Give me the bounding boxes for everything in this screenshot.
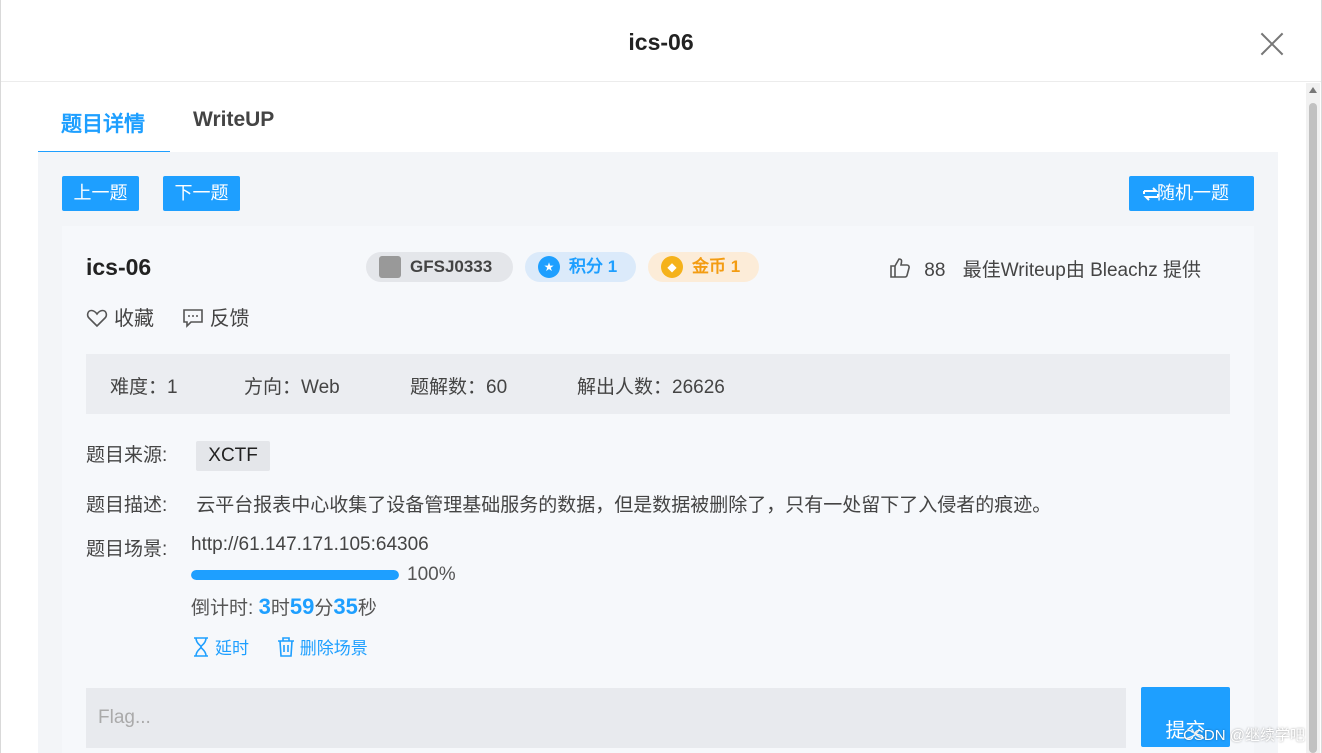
extend-time-button[interactable]: 延时 xyxy=(191,634,249,659)
favorite-button[interactable]: 收藏 xyxy=(86,302,154,331)
extend-time-label: 延时 xyxy=(215,639,249,658)
next-question-button[interactable]: 下一题 xyxy=(163,176,240,211)
description-row: 题目描述: 云平台报表中心收集了设备管理基础服务的数据，但是数据被删除了，只有一… xyxy=(86,490,1051,517)
countdown-label: 倒计时: xyxy=(191,598,259,619)
source-label: 题目来源: xyxy=(86,445,168,466)
source-tag: XCTF xyxy=(196,441,270,471)
coin-text: 金币 1 xyxy=(692,257,741,276)
description-text: 云平台报表中心收集了设备管理基础服务的数据，但是数据被删除了，只有一处留下了入侵… xyxy=(196,495,1052,516)
tab-question-detail[interactable]: 题目详情 xyxy=(61,108,145,138)
minutes-unit: 分 xyxy=(314,598,334,619)
scrollbar-thumb[interactable] xyxy=(1309,103,1317,753)
source-row: 题目来源: XCTF xyxy=(86,440,270,471)
random-question-button[interactable]: 随机一题 xyxy=(1129,176,1254,211)
comment-icon xyxy=(182,309,203,328)
difficulty-stat: 难度：1 xyxy=(110,377,178,398)
challenge-modal: ics-06 题目详情 WriteUP 上一题 下一题 随机一题 ics-06 … xyxy=(0,0,1322,753)
modal-header: ics-06 xyxy=(1,0,1321,82)
question-id-badge: GFSJ0333 xyxy=(366,252,513,282)
tab-bar: 题目详情 WriteUP xyxy=(38,95,1278,154)
countdown-seconds: 35 xyxy=(333,594,358,619)
coin-icon: ◆ xyxy=(661,256,683,278)
scene-progress-bar xyxy=(191,570,399,580)
question-actions: 收藏 反馈 xyxy=(86,302,272,331)
best-writeup-text[interactable]: 最佳Writeup由 Bleachz 提供 xyxy=(963,260,1201,281)
hours-unit: 时 xyxy=(270,598,290,619)
countdown: 倒计时: 3时59分35秒 xyxy=(191,593,377,620)
seconds-unit: 秒 xyxy=(357,598,377,619)
trash-icon xyxy=(277,637,294,657)
close-icon[interactable] xyxy=(1259,31,1285,57)
writeups-stat: 题解数：60 xyxy=(410,377,508,398)
star-icon: ★ xyxy=(538,256,560,278)
likes-area: 88 最佳Writeup由 Bleachz 提供 xyxy=(889,255,1201,282)
stats-bar: 难度：1 方向：Web 题解数：60 解出人数：26626 xyxy=(86,354,1230,414)
description-label: 题目描述: xyxy=(86,495,168,516)
question-id-text: GFSJ0333 xyxy=(410,257,493,276)
direction-stat: 方向：Web xyxy=(244,377,340,398)
heart-icon xyxy=(86,309,108,328)
random-question-label: 随机一题 xyxy=(1157,183,1229,203)
scrollbar[interactable] xyxy=(1306,83,1320,753)
feedback-button[interactable]: 反馈 xyxy=(182,302,250,331)
score-text: 积分 1 xyxy=(569,257,618,276)
scroll-up-arrow-icon[interactable] xyxy=(1309,87,1317,93)
question-id-icon xyxy=(379,256,401,278)
tab-writeup[interactable]: WriteUP xyxy=(193,108,274,132)
countdown-hours: 3 xyxy=(258,594,271,619)
thumbs-up-icon[interactable] xyxy=(889,257,911,279)
delete-scene-button[interactable]: 删除场景 xyxy=(276,634,368,659)
detail-panel: 上一题 下一题 随机一题 ics-06 GFSJ0333 ★ 积分 1 ◆ 金币… xyxy=(38,152,1278,753)
coin-badge: ◆ 金币 1 xyxy=(648,252,759,282)
solvers-stat: 解出人数：26626 xyxy=(577,377,725,398)
scene-row: 题目场景: xyxy=(86,534,191,561)
feedback-label: 反馈 xyxy=(209,308,250,330)
flag-input[interactable] xyxy=(86,688,1126,748)
countdown-minutes: 59 xyxy=(289,594,315,619)
scene-actions: 延时 删除场景 xyxy=(191,634,390,659)
likes-count: 88 xyxy=(924,260,946,281)
shuffle-icon xyxy=(1143,187,1159,201)
hourglass-icon xyxy=(194,637,208,657)
score-badge: ★ 积分 1 xyxy=(525,252,636,282)
prev-question-button[interactable]: 上一题 xyxy=(62,176,139,211)
question-card: ics-06 GFSJ0333 ★ 积分 1 ◆ 金币 1 88 最佳Write… xyxy=(62,226,1254,753)
scene-url-link[interactable]: http://61.147.171.105:64306 xyxy=(191,534,429,556)
modal-title: ics-06 xyxy=(628,29,694,55)
scene-progress-fill xyxy=(191,570,399,580)
question-title: ics-06 xyxy=(86,254,152,280)
scene-label: 题目场景: xyxy=(86,539,168,560)
delete-scene-label: 删除场景 xyxy=(299,639,368,658)
scene-progress-text: 100% xyxy=(407,564,456,585)
favorite-label: 收藏 xyxy=(114,308,154,330)
watermark: CSDN @继续学吧 xyxy=(1183,727,1305,744)
